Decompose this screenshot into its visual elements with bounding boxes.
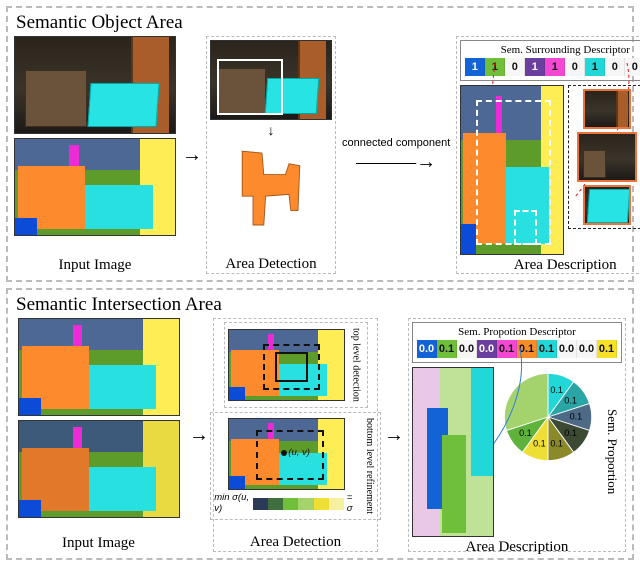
descriptor-cell: 1 xyxy=(525,58,545,76)
col-input-object: Input Image xyxy=(14,36,176,274)
descriptor-cell: 1 xyxy=(465,58,485,76)
col-input-inter: Input Image xyxy=(14,318,183,552)
input-seg-a xyxy=(18,318,180,416)
input-seg-b xyxy=(18,420,180,518)
sigma-legend xyxy=(253,498,344,510)
col-detect-inter: top level detection (u, v) min σ(u, v) =… xyxy=(213,318,378,552)
formula-min: min σ(u, v) xyxy=(214,492,250,514)
descriptor-cell: 1 xyxy=(545,58,565,76)
label-desc-inter: Area Description xyxy=(466,537,569,556)
descriptor-object-wrap: Sem. Surrounding Descriptor 1101101001 xyxy=(460,40,640,81)
label-desc-object: Area Description xyxy=(514,255,617,274)
descriptor-cell: 0.0 xyxy=(417,340,437,358)
pie-value: 0.1 xyxy=(564,395,577,405)
desc-seg-big-object xyxy=(460,85,564,255)
label-input-object: Input Image xyxy=(59,255,132,274)
descriptor-cell: 0.1 xyxy=(537,340,557,358)
pie-value: 0.1 xyxy=(564,428,577,438)
descriptor-cell: 0 xyxy=(505,58,525,76)
detect-crop xyxy=(210,40,332,120)
descriptor-cell: 0 xyxy=(565,58,585,76)
top-level-label: top level detection xyxy=(349,326,364,404)
desc-seg-big-inter xyxy=(412,367,494,537)
uv-label: (u, v) xyxy=(288,447,310,458)
detect-bottom-level: (u, v) xyxy=(228,418,345,490)
pie-value: 0.1 xyxy=(533,438,546,448)
descriptor-cell: 0.0 xyxy=(477,340,497,358)
pie-value: 0.1 xyxy=(519,428,532,438)
detect-top-level xyxy=(228,329,345,401)
col-detect-object: ↓ Area Detection xyxy=(206,36,336,274)
arrow-to-desc-object: ———→ xyxy=(356,151,436,174)
row-intersection: Input Image → top level detection xyxy=(14,318,626,552)
pie-value: 0.1 xyxy=(550,438,563,448)
descriptor-cell: 0.1 xyxy=(597,340,617,358)
descriptor-cell: 0.1 xyxy=(517,340,537,358)
descriptor-cell: 0.0 xyxy=(457,340,477,358)
descriptor-cell: 0 xyxy=(605,58,625,76)
label-input-inter: Input Image xyxy=(62,533,135,552)
col-desc-inter: Sem. Propotion Descriptor 0.00.10.00.00.… xyxy=(408,318,626,552)
panel-semantic-intersection: Semantic Intersection Area Input Image → xyxy=(6,288,634,560)
bottom-level-label: bottom level refinement xyxy=(362,416,377,516)
sigma-eq: = σ xyxy=(347,492,358,514)
title-intersection: Semantic Intersection Area xyxy=(16,294,626,316)
descriptor-inter: 0.00.10.00.00.10.10.10.00.00.1 xyxy=(417,340,617,358)
descriptor-cell: 0.0 xyxy=(557,340,577,358)
panel-semantic-object: Semantic Object Area Input Image → xyxy=(6,6,634,282)
arrow-to-detect-inter: → xyxy=(189,424,207,447)
pie-value: 0.1 xyxy=(570,412,583,422)
descriptor-cell: 0.0 xyxy=(577,340,597,358)
arrow-to-detect-object: → xyxy=(182,144,200,167)
input-seg-top xyxy=(14,138,176,236)
arrow-to-desc-inter: → xyxy=(384,424,402,447)
side-label-inter: Sem. Proportion xyxy=(602,407,622,496)
proportion-pie: 0.10.10.10.10.10.10.1 xyxy=(498,367,598,467)
descriptor-inter-title: Sem. Propotion Descriptor xyxy=(458,326,576,338)
descriptor-inter-wrap: Sem. Propotion Descriptor 0.00.10.00.00.… xyxy=(412,322,622,363)
row-object: Input Image → ↓ Area Detection connected xyxy=(14,36,626,274)
descriptor-cell: 0.1 xyxy=(437,340,457,358)
arrow-down-icon: ↓ xyxy=(268,124,275,140)
input-photo-top xyxy=(14,36,176,134)
title-object: Semantic Object Area xyxy=(16,12,626,34)
descriptor-cell: 1 xyxy=(485,58,505,76)
pie-value: 0.1 xyxy=(550,385,563,395)
surrounding-thumbs xyxy=(568,85,640,229)
col-desc-object: Sem. Surrounding Descriptor 1101101001 ↑ xyxy=(456,36,640,274)
descriptor-object: 1101101001 xyxy=(465,58,640,76)
descriptor-cell: 1 xyxy=(585,58,605,76)
label-detect-object: Area Detection xyxy=(225,254,316,273)
descriptor-cell: 0.1 xyxy=(497,340,517,358)
label-detect-inter: Area Detection xyxy=(250,532,341,551)
chair-mask xyxy=(221,144,321,234)
descriptor-object-title: Sem. Surrounding Descriptor xyxy=(501,44,630,56)
descriptor-cell: 0 xyxy=(625,58,640,76)
connected-component-label: connected component xyxy=(342,137,450,149)
